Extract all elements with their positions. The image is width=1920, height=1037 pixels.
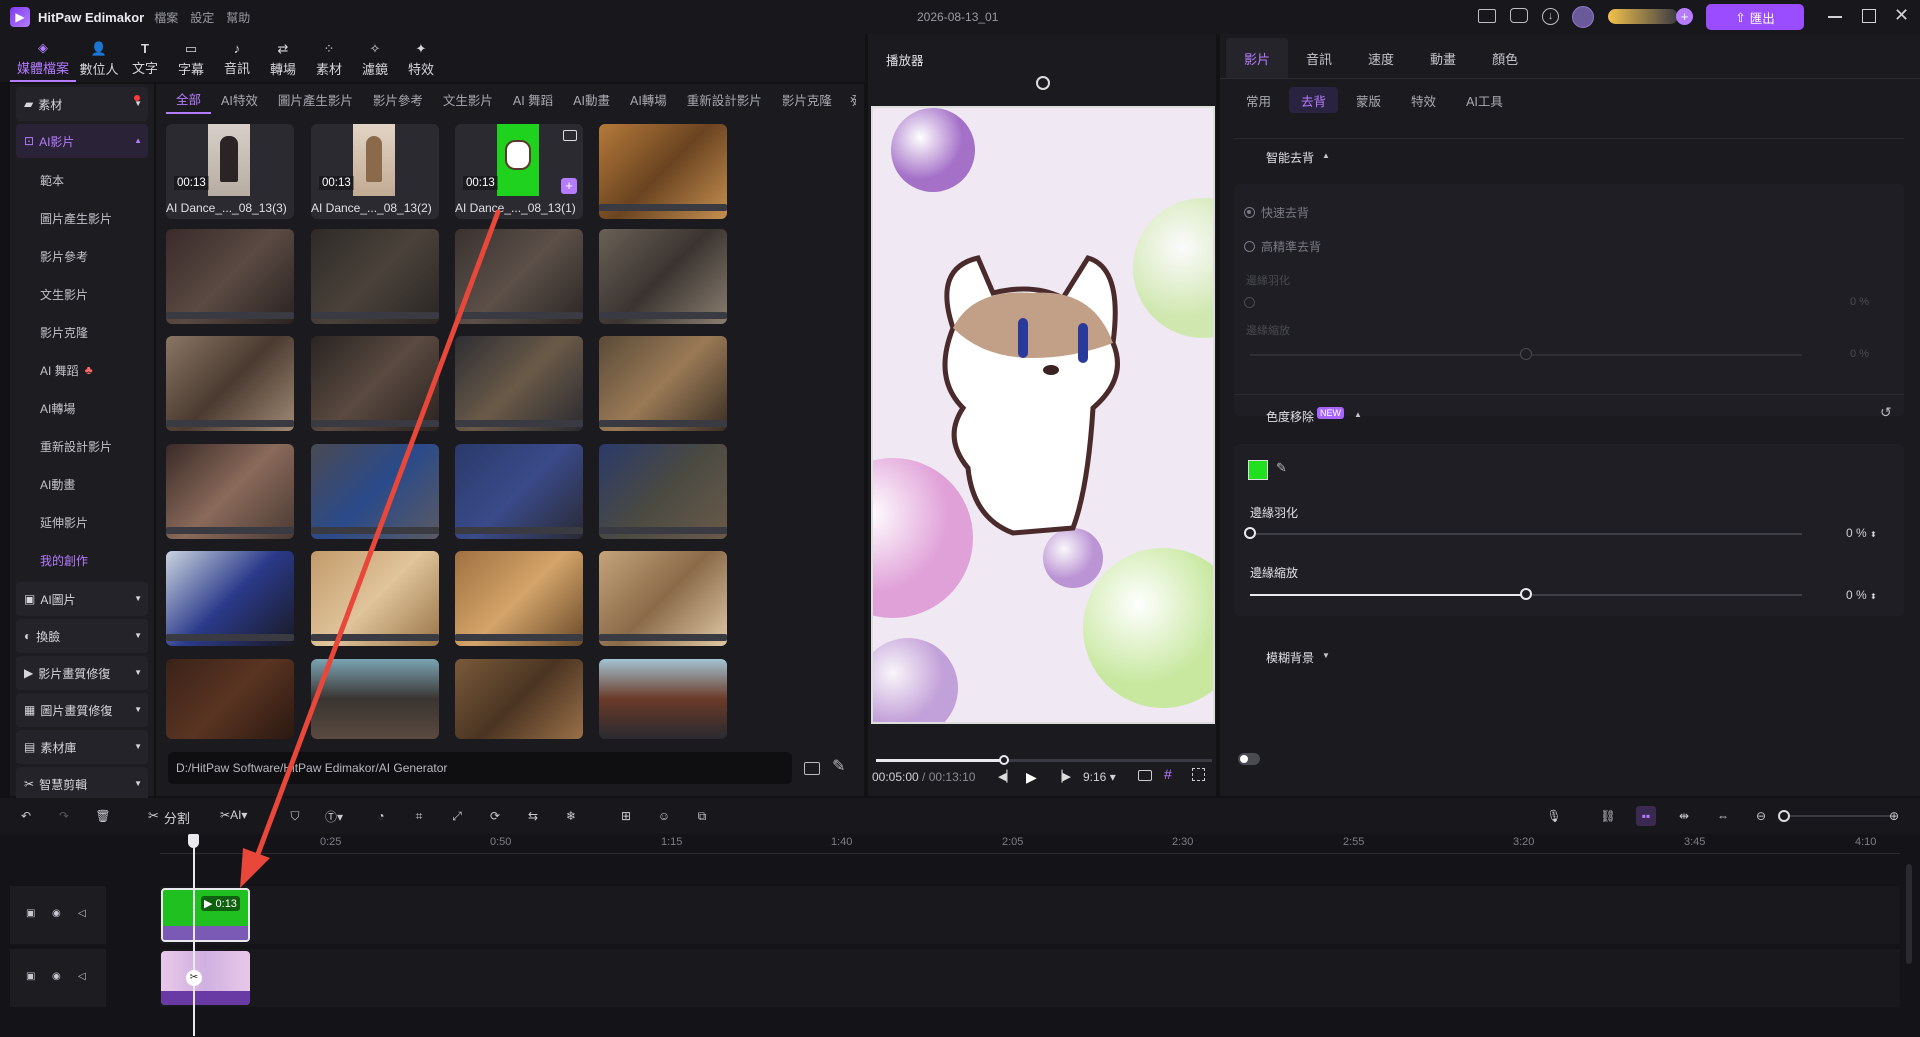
annotation-arrow bbox=[240, 209, 501, 888]
